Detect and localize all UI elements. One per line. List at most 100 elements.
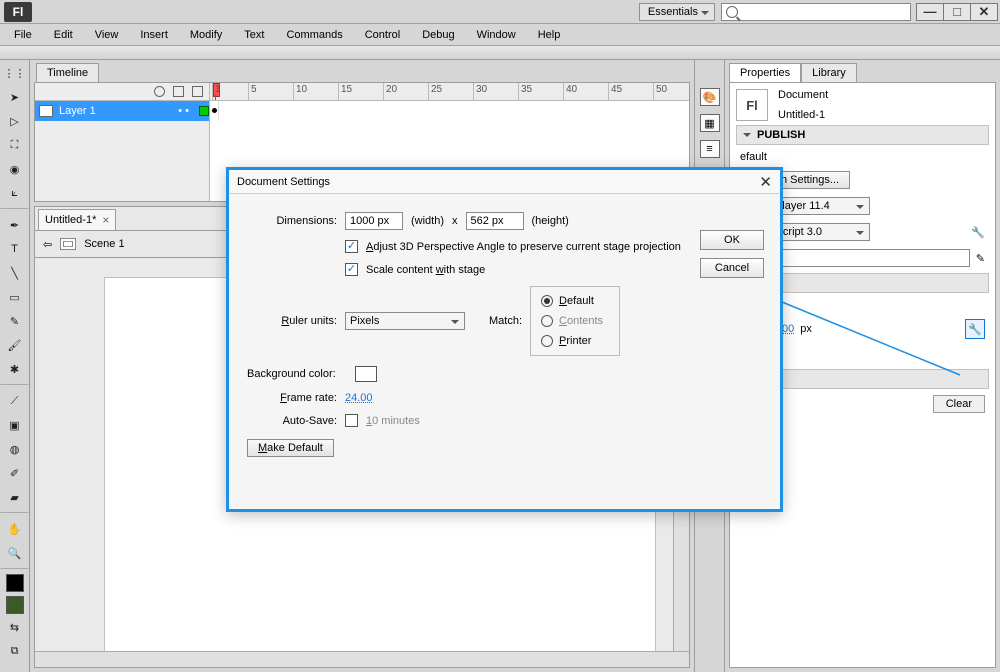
menu-debug[interactable]: Debug xyxy=(412,26,464,44)
bone-tool[interactable]: ⟋ xyxy=(4,390,26,412)
menu-window[interactable]: Window xyxy=(467,26,526,44)
document-tab-label: Untitled-1* xyxy=(45,214,96,226)
scene-icon xyxy=(60,238,76,250)
menu-edit[interactable]: Edit xyxy=(44,26,83,44)
dialog-close-icon[interactable]: ✕ xyxy=(759,173,772,191)
match-default-label: Default xyxy=(559,295,594,307)
line-tool[interactable]: ╲ xyxy=(4,262,26,284)
publish-section-header[interactable]: PUBLISH xyxy=(736,125,989,145)
back-icon[interactable]: ⇦ xyxy=(43,238,52,251)
height-input[interactable]: 562 px xyxy=(466,212,524,230)
fill-swatch[interactable] xyxy=(6,596,24,614)
menu-control[interactable]: Control xyxy=(355,26,410,44)
library-tab[interactable]: Library xyxy=(801,63,857,82)
free-transform-tool[interactable]: ⛶ xyxy=(4,134,26,156)
workspace-switcher[interactable]: Essentials xyxy=(639,3,715,21)
cancel-button[interactable]: Cancel xyxy=(700,258,764,278)
lock-icon[interactable] xyxy=(173,86,184,97)
swap-colors-icon[interactable]: ⇆ xyxy=(4,616,26,638)
timeline-tab[interactable]: Timeline xyxy=(36,63,99,82)
zoom-tool[interactable]: 🔍 xyxy=(4,542,26,564)
dock-strip xyxy=(0,46,1000,60)
edit-class-icon[interactable]: ✎ xyxy=(976,252,985,265)
edit-size-button[interactable]: 🔧 xyxy=(965,319,985,339)
deco-tool[interactable]: ✱ xyxy=(4,358,26,380)
x-label: x xyxy=(452,215,458,227)
grip-icon[interactable]: ⋮⋮ xyxy=(4,62,26,84)
stroke-swatch[interactable] xyxy=(6,574,24,592)
dimensions-label: Dimensions: xyxy=(247,215,337,227)
separator xyxy=(0,568,29,570)
pencil-tool[interactable]: ✎ xyxy=(4,310,26,332)
menu-bar: File Edit View Insert Modify Text Comman… xyxy=(0,24,1000,46)
rectangle-tool[interactable]: ▭ xyxy=(4,286,26,308)
brush-tool[interactable]: 🖌 xyxy=(4,334,26,356)
text-tool[interactable]: T xyxy=(4,238,26,260)
scale-content-label: Scale content with stage xyxy=(366,264,485,276)
ink-bottle-tool[interactable]: ◍ xyxy=(4,438,26,460)
lasso-tool[interactable]: ⟀ xyxy=(4,182,26,204)
background-color-label: Background color: xyxy=(247,368,347,380)
menu-commands[interactable]: Commands xyxy=(276,26,352,44)
dialog-title: Document Settings xyxy=(237,176,330,188)
layer-label: Layer 1 xyxy=(59,105,96,117)
height-suffix: (height) xyxy=(532,215,569,227)
pen-tool[interactable]: ✒ xyxy=(4,214,26,236)
timeline-ruler[interactable]: 1510152025303540455055 xyxy=(210,83,689,100)
frame-rate-value[interactable]: 24.00 xyxy=(345,392,373,404)
document-tab[interactable]: Untitled-1* × xyxy=(38,209,116,230)
menu-help[interactable]: Help xyxy=(528,26,571,44)
adjust-3d-label: Adjust 3D Perspective Angle to preserve … xyxy=(366,241,681,253)
outline-icon[interactable] xyxy=(192,86,203,97)
menu-modify[interactable]: Modify xyxy=(180,26,232,44)
px-label: px xyxy=(800,323,812,335)
align-panel-icon[interactable]: ≡ xyxy=(700,140,720,158)
menu-insert[interactable]: Insert xyxy=(130,26,178,44)
paint-bucket-tool[interactable]: ▣ xyxy=(4,414,26,436)
subselection-tool[interactable]: ▷ xyxy=(4,110,26,132)
visibility-icon[interactable] xyxy=(154,86,165,97)
swatches-panel-icon[interactable]: ▦ xyxy=(700,114,720,132)
menu-file[interactable]: File xyxy=(4,26,42,44)
ruler-units-value: Pixels xyxy=(350,315,379,327)
close-button[interactable]: ✕ xyxy=(970,3,998,21)
clear-button[interactable]: Clear xyxy=(933,395,985,413)
eraser-tool[interactable]: ▰ xyxy=(4,486,26,508)
document-type-label: Document xyxy=(778,89,828,101)
auto-save-checkbox[interactable] xyxy=(345,414,358,427)
match-contents-radio[interactable] xyxy=(541,315,553,327)
width-input[interactable]: 1000 px xyxy=(345,212,403,230)
ok-button[interactable]: OK xyxy=(700,230,764,250)
menu-text[interactable]: Text xyxy=(234,26,274,44)
snap-icon[interactable]: ⧉ xyxy=(4,640,26,662)
search-input[interactable] xyxy=(721,3,911,21)
separator xyxy=(0,512,29,514)
minimize-button[interactable]: — xyxy=(916,3,944,21)
layer-color-swatch[interactable] xyxy=(199,106,209,116)
match-default-radio[interactable] xyxy=(541,295,553,307)
scene-label: Scene 1 xyxy=(84,238,124,250)
menu-view[interactable]: View xyxy=(85,26,129,44)
ruler-units-label: Ruler units: xyxy=(247,315,337,327)
maximize-button[interactable]: □ xyxy=(943,3,971,21)
close-tab-icon[interactable]: × xyxy=(102,213,109,227)
ruler-units-dropdown[interactable]: Pixels xyxy=(345,312,465,330)
profile-default-label: efault xyxy=(740,151,767,163)
horizontal-scrollbar[interactable] xyxy=(35,651,689,667)
selection-tool[interactable]: ➤ xyxy=(4,86,26,108)
hand-tool[interactable]: ✋ xyxy=(4,518,26,540)
scale-content-checkbox[interactable] xyxy=(345,263,358,276)
properties-tab[interactable]: Properties xyxy=(729,63,801,82)
adjust-3d-checkbox[interactable] xyxy=(345,240,358,253)
match-printer-label: Printer xyxy=(559,335,591,347)
app-logo: Fl xyxy=(4,2,32,22)
match-printer-radio[interactable] xyxy=(541,335,553,347)
eyedropper-tool[interactable]: ✐ xyxy=(4,462,26,484)
color-panel-icon[interactable]: 🎨 xyxy=(700,88,720,106)
wrench-icon[interactable]: 🔧 xyxy=(971,226,985,239)
layer-row[interactable]: Layer 1 • • xyxy=(35,101,209,121)
3d-rotation-tool[interactable]: ◉ xyxy=(4,158,26,180)
match-label: Match: xyxy=(489,315,522,327)
make-default-button[interactable]: Make Default xyxy=(247,439,334,457)
background-color-swatch[interactable] xyxy=(355,366,377,382)
